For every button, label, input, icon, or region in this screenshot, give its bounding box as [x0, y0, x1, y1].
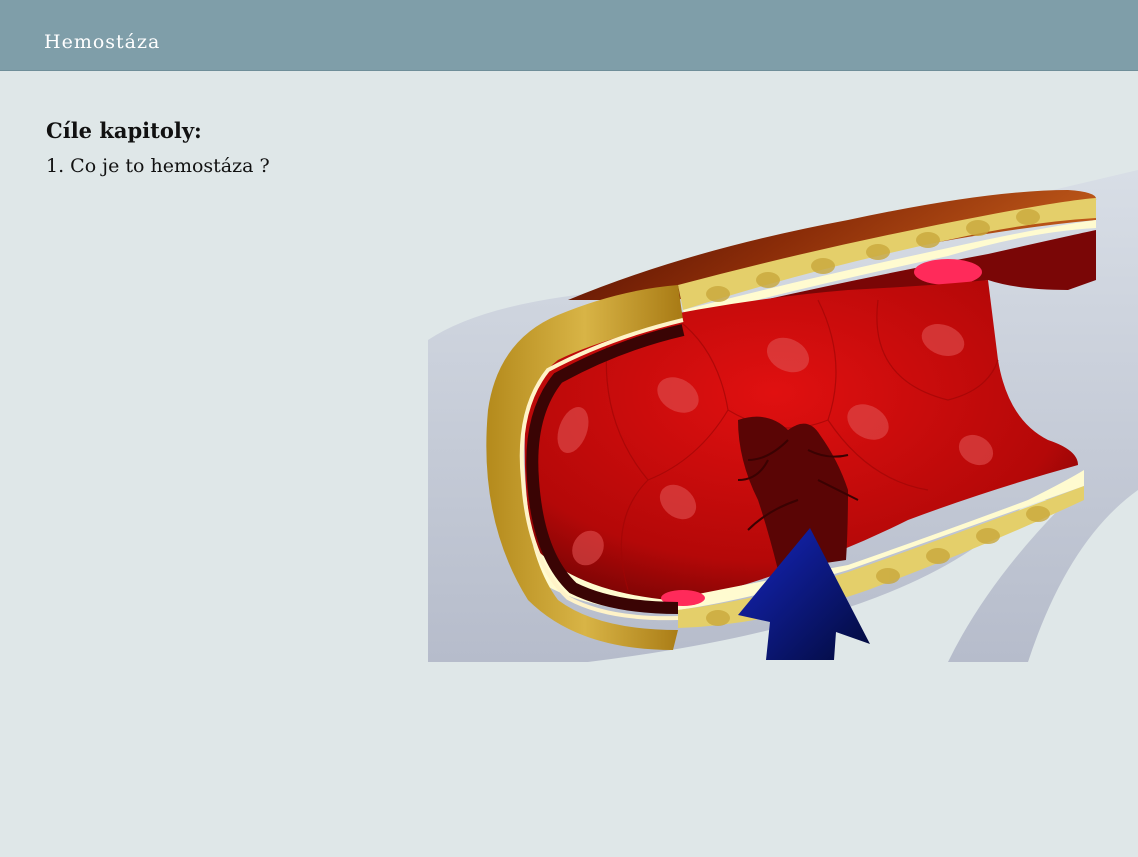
slide-title: Hemostáza — [44, 31, 161, 53]
platelet-top — [914, 259, 982, 285]
slide-header: Hemostáza — [0, 0, 1138, 71]
objective-item: 1. Co je to hemostáza ? — [46, 155, 270, 177]
blood-vessel-illustration — [428, 170, 1138, 662]
chapter-goals-heading: Cíle kapitoly: — [46, 118, 202, 143]
